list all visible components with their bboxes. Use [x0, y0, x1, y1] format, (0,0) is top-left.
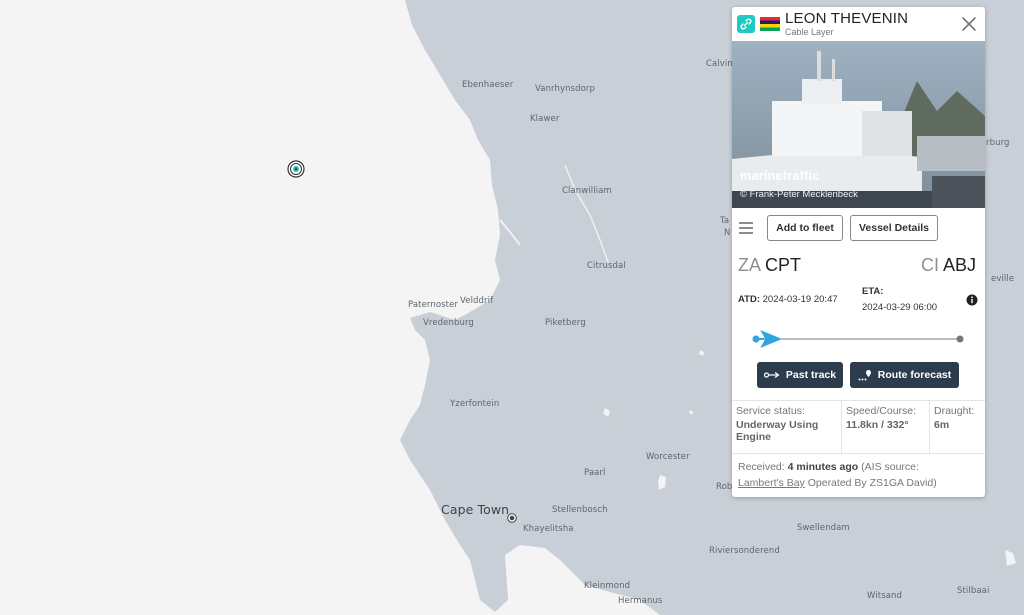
received-label: Received:: [738, 461, 785, 473]
place-label: Velddrif: [460, 296, 494, 306]
origin-port-code: CPT: [765, 255, 802, 275]
eta-value: 2024-03-29 06:00: [862, 302, 938, 313]
place-label: Piketberg: [545, 318, 586, 328]
voyage-progress-bar: [752, 330, 964, 348]
place-label: Paarl: [584, 468, 606, 478]
route-forecast-button[interactable]: Route forecast: [850, 362, 959, 388]
place-label: Yzerfontein: [450, 399, 500, 409]
place-label: eville: [991, 274, 1015, 284]
place-label: Rob: [716, 482, 733, 492]
draught-cell: Draught: 6m: [930, 401, 985, 453]
place-label: Clanwilliam: [562, 186, 612, 196]
received-value: 4 minutes ago: [787, 461, 859, 473]
origin-port[interactable]: ZA CPT: [738, 255, 801, 276]
place-label: Klawer: [530, 114, 560, 124]
draught-label: Draught:: [934, 405, 975, 417]
info-icon[interactable]: [966, 294, 978, 306]
place-label: Worcester: [646, 452, 690, 462]
place-label: Citrusdal: [587, 261, 626, 271]
vessel-target-icon[interactable]: [287, 160, 305, 178]
vessel-details-button[interactable]: Vessel Details: [850, 215, 938, 241]
service-status-value: Underway Using Engine: [736, 419, 819, 443]
vessel-status-grid: Service status: Underway Using Engine Sp…: [732, 400, 985, 454]
place-label: Kleinmond: [584, 581, 631, 591]
place-label: rburg: [986, 138, 1010, 148]
past-track-button[interactable]: Past track: [757, 362, 843, 388]
place-label: Vredenburg: [423, 318, 474, 328]
place-label: Vanrhynsdorp: [535, 84, 596, 94]
eta-label: ETA:: [862, 286, 884, 297]
vessel-type: Cable Layer: [785, 27, 834, 37]
place-label: Stellenbosch: [552, 505, 608, 515]
place-label: Cape Town: [441, 502, 510, 517]
link-icon[interactable]: [737, 15, 755, 33]
origin-country-code: ZA: [738, 255, 761, 275]
place-label: N: [724, 228, 731, 238]
operated-by: Operated By ZS1GA David): [807, 477, 937, 489]
draught-value: 6m: [934, 419, 950, 431]
service-status-label: Service status:: [736, 405, 805, 417]
close-icon[interactable]: [960, 15, 978, 33]
service-status-cell: Service status: Underway Using Engine: [732, 401, 842, 453]
panel-header: LEON THEVENIN Cable Layer: [732, 7, 985, 41]
vessel-name: LEON THEVENIN: [785, 10, 909, 27]
past-track-icon: [763, 372, 780, 378]
atd-value: 2024-03-19 20:47: [762, 294, 838, 305]
place-label: Witsand: [867, 591, 903, 601]
place-label: Ebenhaeser: [462, 80, 514, 90]
photo-watermark: marinetraffic: [740, 169, 820, 183]
photo-credit: © Frank-Peter Mecklenbeck: [740, 189, 858, 200]
place-label: Paternoster: [408, 300, 459, 310]
mauritius-flag-icon: [760, 17, 780, 31]
atd-label: ATD:: [738, 294, 760, 305]
ais-station-link[interactable]: Lambert's Bay: [738, 477, 805, 489]
destination-country-code: CI: [921, 255, 939, 275]
speed-course-label: Speed/Course:: [846, 405, 917, 417]
atd-row: ATD: 2024-03-19 20:47: [738, 294, 838, 305]
route-forecast-label: Route forecast: [877, 369, 952, 381]
route-forecast-icon: [858, 370, 871, 381]
place-label: Stilbaai: [957, 586, 990, 596]
place-label: Riviersonderend: [709, 546, 780, 556]
add-to-fleet-button[interactable]: Add to fleet: [767, 215, 843, 241]
received-info: Received: 4 minutes ago (AIS source: Lam…: [738, 459, 982, 491]
past-track-label: Past track: [785, 369, 837, 381]
speed-course-cell: Speed/Course: 11.8kn / 332°: [842, 401, 930, 453]
place-label: Ta: [720, 216, 730, 226]
place-label: Hermanus: [618, 596, 663, 606]
place-label: Khayelitsha: [523, 524, 574, 534]
vessel-info-panel: LEON THEVENIN Cable Layer marinetraffic …: [732, 7, 985, 497]
hamburger-menu-icon[interactable]: [737, 220, 755, 236]
place-label: Swellendam: [797, 523, 850, 533]
city-dot-icon: [507, 513, 517, 523]
ais-source-prefix: (AIS source:: [861, 461, 919, 473]
destination-port-code: ABJ: [943, 255, 977, 275]
destination-port[interactable]: CI ABJ: [921, 255, 976, 276]
vessel-photo[interactable]: marinetraffic © Frank-Peter Mecklenbeck: [732, 41, 985, 208]
speed-course-value: 11.8kn / 332°: [846, 419, 909, 431]
